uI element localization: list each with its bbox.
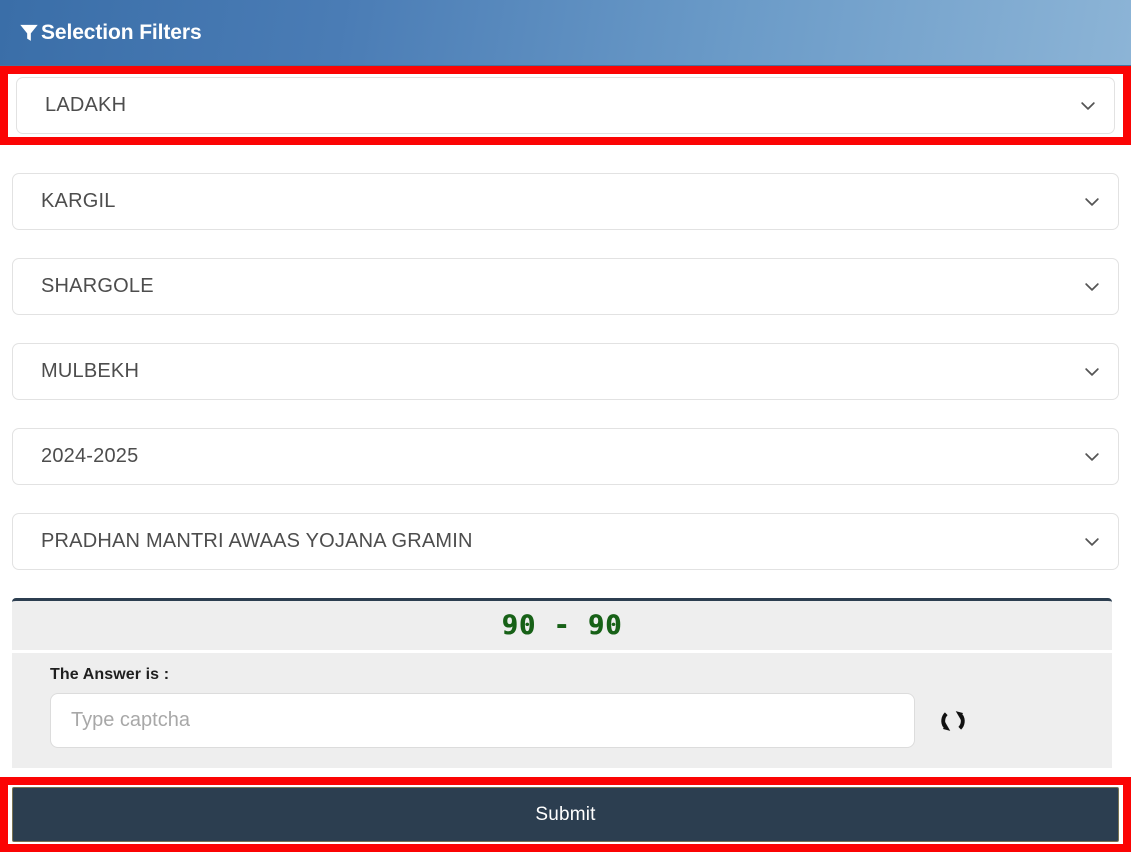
state-select-value: LADAKH (45, 94, 127, 116)
district-select[interactable]: KARGIL (12, 173, 1119, 230)
filters-section: LADAKH KARGIL SHARGOLE MULBEKH 2024-2025… (0, 66, 1131, 598)
filter-row-district: KARGIL (12, 173, 1119, 230)
highlight-box-submit-button: Submit (0, 777, 1131, 852)
captcha-challenge-text: 90 - 90 (501, 610, 623, 641)
page-header: Selection Filters (0, 0, 1131, 66)
filter-row-state: LADAKH (16, 77, 1115, 134)
captcha-panel: 90 - 90 The Answer is : (12, 598, 1112, 768)
scheme-select-value: PRADHAN MANTRI AWAAS YOJANA GRAMIN (41, 530, 473, 552)
panchayat-select[interactable]: MULBEKH (12, 343, 1119, 400)
highlight-box-state-select: LADAKH (0, 66, 1131, 145)
block-select-value: SHARGOLE (41, 275, 154, 297)
captcha-input[interactable] (50, 693, 915, 748)
state-select[interactable]: LADAKH (16, 77, 1115, 134)
panchayat-select-value: MULBEKH (41, 360, 140, 382)
financial-year-select[interactable]: 2024-2025 (12, 428, 1119, 485)
captcha-refresh-button[interactable] (933, 701, 973, 741)
filter-row-block: SHARGOLE (12, 258, 1119, 315)
captcha-answer-label: The Answer is : (50, 666, 170, 683)
filter-row-financial-year: 2024-2025 (12, 428, 1119, 485)
block-select[interactable]: SHARGOLE (12, 258, 1119, 315)
page-title: Selection Filters (41, 20, 202, 44)
scheme-select[interactable]: PRADHAN MANTRI AWAAS YOJANA GRAMIN (12, 513, 1119, 570)
filter-row-panchayat: MULBEKH (12, 343, 1119, 400)
submit-button[interactable]: Submit (12, 787, 1119, 842)
captcha-challenge-area: 90 - 90 (12, 601, 1112, 653)
filter-icon (20, 24, 38, 41)
captcha-answer-area: The Answer is : (12, 653, 1112, 768)
financial-year-select-value: 2024-2025 (41, 445, 139, 467)
filter-row-scheme: PRADHAN MANTRI AWAAS YOJANA GRAMIN (12, 513, 1119, 570)
district-select-value: KARGIL (41, 190, 116, 212)
refresh-icon (941, 710, 965, 731)
captcha-answer-row (50, 693, 1112, 748)
